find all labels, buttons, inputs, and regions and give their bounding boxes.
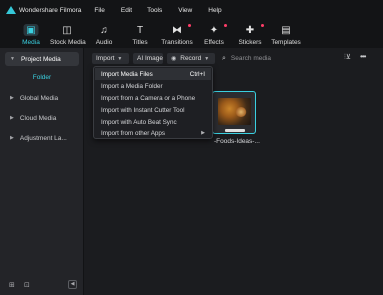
tool-titles-label: Titles	[132, 39, 148, 46]
import-button-label: Import	[96, 55, 115, 62]
menu-bar: File Edit Tools View Help	[94, 7, 237, 14]
tool-templates-label: Templates	[271, 39, 301, 46]
search-media-input[interactable]: ⌕ Search media	[222, 53, 271, 64]
menu-item-import-camera-phone[interactable]: Import from a Camera or a Phone	[95, 92, 211, 104]
record-icon: ◉	[171, 56, 177, 62]
menu-item-label: Import with Instant Cutter Tool	[101, 106, 185, 114]
app-title: Wondershare Filmora	[19, 6, 82, 14]
sidebar-item-label: Adjustment La...	[19, 134, 67, 142]
tool-transitions[interactable]: ⧓ Transitions	[160, 20, 194, 48]
record-button-label: Record	[180, 55, 202, 62]
effects-icon: ✦	[209, 25, 219, 36]
sidebar-item-global-media[interactable]: ▶ Global Media	[5, 91, 79, 105]
sidebar-item-project-media[interactable]: ▼ Project Media	[5, 52, 79, 66]
sidebar-item-label: Project Media	[20, 55, 61, 63]
audio-icon: ♫	[100, 25, 108, 36]
import-button[interactable]: Import ▼	[92, 53, 129, 64]
tool-media-label: Media	[22, 39, 40, 46]
media-clip-thumbnail[interactable]	[212, 91, 256, 134]
media-icon: ▣	[26, 25, 36, 36]
filter-icon[interactable]: ⫶⊻	[344, 53, 351, 62]
media-clip-label: -Foods-Ideas-...	[214, 138, 260, 145]
collapse-sidebar-button[interactable]: ◀	[68, 280, 77, 289]
ai-image-button[interactable]: AI Image	[133, 53, 163, 64]
tool-stickers[interactable]: ✚ Stickers	[237, 20, 264, 48]
menu-item-import-media-folder[interactable]: Import a Media Folder	[95, 80, 211, 92]
folder-import-icon[interactable]: ⊡	[24, 281, 30, 289]
new-folder-icon[interactable]: ⊞	[9, 281, 15, 289]
tool-stickers-label: Stickers	[238, 39, 262, 46]
menu-item-import-media-files[interactable]: Import Media Files Ctrl+I	[95, 68, 211, 80]
sidebar-item-cloud-media[interactable]: ▶ Cloud Media	[5, 111, 79, 125]
menu-file[interactable]: File	[94, 7, 104, 14]
import-dropdown-menu: Import Media Files Ctrl+I Import a Media…	[93, 66, 213, 139]
tool-stock-media[interactable]: ◫ Stock Media	[50, 20, 86, 48]
chevron-right-icon: ▶	[10, 115, 14, 121]
record-button[interactable]: ◉ Record ▼	[167, 53, 215, 64]
chevron-down-icon: ▼	[204, 55, 210, 62]
chevron-right-icon: ▶	[10, 95, 14, 101]
sidebar-item-label: Cloud Media	[19, 114, 57, 122]
tool-audio[interactable]: ♫ Audio	[93, 20, 115, 48]
tool-titles[interactable]: T Titles	[130, 20, 150, 48]
sidebar-item-label: Global Media	[19, 94, 59, 102]
chevron-down-icon: ▼	[10, 56, 15, 62]
templates-icon: ▤	[281, 25, 291, 36]
menu-tools[interactable]: Tools	[147, 7, 162, 14]
menu-item-label: Import from other Apps	[101, 129, 166, 137]
menu-item-label: Import with Auto Beat Sync	[101, 118, 177, 126]
menu-item-label: Import from a Camera or a Phone	[101, 94, 196, 102]
filmora-logo-icon	[6, 5, 16, 15]
ai-image-button-label: AI Image	[137, 55, 164, 62]
menu-item-import-other-apps[interactable]: Import from other Apps ▶	[95, 127, 211, 139]
new-badge	[188, 24, 191, 27]
search-placeholder: Search media	[230, 55, 272, 62]
sidebar-folder[interactable]: Folder	[5, 72, 79, 84]
tool-transitions-label: Transitions	[161, 39, 193, 46]
menu-edit[interactable]: Edit	[121, 7, 132, 14]
stock-media-icon: ◫	[62, 25, 72, 36]
menu-item-import-instant-cutter[interactable]: Import with Instant Cutter Tool	[95, 104, 211, 116]
new-badge	[261, 24, 264, 27]
new-badge	[224, 24, 227, 27]
tool-effects-label: Effects	[204, 39, 224, 46]
tool-stock-media-label: Stock Media	[50, 39, 86, 46]
chevron-right-icon: ▶	[10, 135, 14, 141]
title-bar: Wondershare Filmora File Edit Tools View…	[0, 0, 383, 20]
module-toolbar: ▣ Media ◫ Stock Media ♫ Audio T Titles ⧓…	[0, 20, 383, 48]
titles-icon: T	[136, 25, 144, 36]
media-sidebar	[0, 48, 84, 295]
thumbnail-caption-bar	[225, 129, 245, 132]
shortcut-label: Ctrl+I	[189, 70, 205, 78]
tool-audio-label: Audio	[95, 39, 113, 46]
more-options-icon[interactable]: •••	[360, 52, 366, 61]
menu-item-label: Import a Media Folder	[101, 82, 163, 90]
menu-item-label: Import Media Files	[101, 70, 153, 78]
menu-view[interactable]: View	[178, 7, 192, 14]
chevron-down-icon: ▼	[117, 55, 123, 62]
tool-effects[interactable]: ✦ Effects	[202, 20, 227, 48]
food-image-preview	[218, 98, 251, 125]
sidebar-item-adjustment-layer[interactable]: ▶ Adjustment La...	[5, 131, 79, 145]
menu-help[interactable]: Help	[208, 7, 221, 14]
chevron-right-icon: ▶	[201, 130, 205, 136]
tool-templates[interactable]: ▤ Templates	[271, 20, 301, 48]
search-icon: ⌕	[222, 54, 226, 62]
tool-media[interactable]: ▣ Media	[20, 20, 42, 48]
stickers-icon: ✚	[245, 25, 255, 36]
